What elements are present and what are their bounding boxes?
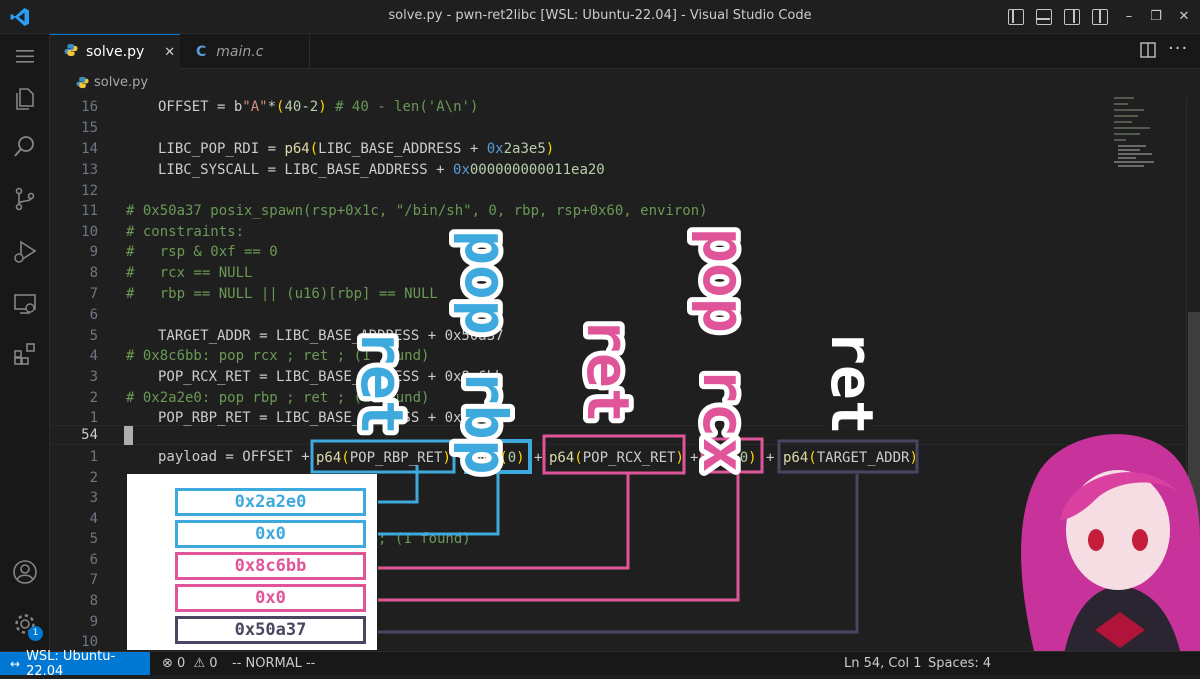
line-number: 9 — [89, 244, 98, 260]
toggle-panel-icon[interactable] — [1036, 9, 1052, 25]
line-number: 54 — [81, 427, 98, 443]
line-number: 4 — [89, 348, 98, 364]
customize-layout-icon[interactable] — [1092, 9, 1108, 25]
activity-bar: 1 — [0, 34, 50, 651]
warning-count: 0 — [209, 656, 218, 671]
indentation[interactable]: Spaces: 4 — [928, 656, 991, 671]
line-number: 3 — [89, 369, 98, 385]
python-icon — [76, 76, 89, 93]
block-cursor — [124, 426, 133, 445]
tab-main-c[interactable]: C main.c — [180, 34, 310, 69]
run-and-debug-icon[interactable] — [0, 230, 50, 274]
line-number: 14 — [81, 141, 98, 157]
toggle-secondary-sidebar-icon[interactable] — [1064, 9, 1080, 25]
code-line: # 0x8c6bb: pop rcx ; ret ; (1 found) — [126, 348, 430, 364]
python-icon — [64, 43, 78, 61]
source-control-icon[interactable] — [0, 177, 50, 221]
stack-cell: 0x0 — [175, 520, 366, 548]
line-number: 4 — [89, 511, 98, 527]
line-number: 2 — [89, 390, 98, 406]
minimize-icon[interactable]: – — [1118, 6, 1140, 28]
code-line: TARGET_ADDR = LIBC_BASE_ADDRESS + 0x50a3… — [158, 328, 504, 344]
current-line-highlight — [50, 425, 1186, 445]
line-number: 5 — [89, 531, 98, 547]
toggle-sidebar-icon[interactable] — [1008, 9, 1024, 25]
settings-badge: 1 — [28, 626, 43, 641]
error-count: 0 — [177, 656, 186, 671]
breadcrumb-file[interactable]: solve.py — [94, 75, 148, 90]
vertical-scrollbar[interactable] — [1186, 97, 1200, 651]
title-bar: solve.py - pwn-ret2libc [WSL: Ubuntu-22.… — [0, 0, 1200, 34]
line-number: 6 — [89, 552, 98, 568]
stack-diagram: 0x2a2e0 0x0 0x8c6bb 0x0 0x50a37 — [127, 474, 377, 650]
code-line: POP_RCX_RET = LIBC_BASE_ADDRESS + 0x8c6b… — [158, 369, 504, 385]
explorer-icon[interactable] — [0, 76, 50, 120]
payload-line: payload = OFFSET + — [158, 449, 318, 465]
code-line: # 0x2a2e0: pop rbp ; ret ; (1 found) — [126, 390, 430, 406]
c-language-icon: C — [196, 43, 207, 60]
close-tab-icon[interactable]: ✕ — [164, 45, 175, 60]
cursor-position[interactable]: Ln 54, Col 1 — [844, 656, 921, 671]
editor-tabs: solve.py ✕ C main.c ··· — [50, 34, 1200, 69]
code-line: ; (1 found) — [378, 531, 471, 547]
line-number: 1 — [89, 410, 98, 426]
code-line: LIBC_POP_RDI = p64(LIBC_BASE_ADDRESS + 0… — [158, 141, 555, 157]
line-number: 15 — [81, 120, 98, 136]
warning-icon: ⚠ — [193, 656, 206, 671]
line-number: 8 — [89, 593, 98, 609]
line-number: 12 — [81, 183, 98, 199]
remote-label: WSL: Ubuntu-22.04 — [26, 648, 116, 679]
split-editor-icon[interactable] — [1140, 42, 1156, 62]
line-number: 7 — [89, 286, 98, 302]
breadcrumb: solve.py — [50, 69, 1200, 97]
stack-cell: 0x2a2e0 — [175, 488, 366, 516]
search-icon[interactable] — [0, 124, 50, 168]
remote-icon: ↔ — [10, 656, 21, 671]
vim-mode: -- NORMAL -- — [232, 656, 316, 671]
code-line: OFFSET = b"A"*(40-2) # 40 - len('A\n') — [158, 99, 479, 115]
line-number: 3 — [89, 490, 98, 506]
close-icon[interactable]: ✕ — [1173, 6, 1195, 28]
code-line: # 0x50a37 posix_spawn(rsp+0x1c, "/bin/sh… — [126, 203, 708, 219]
line-number: 9 — [89, 614, 98, 630]
stack-cell: 0x8c6bb — [175, 552, 366, 580]
tab-label: solve.py — [86, 44, 145, 60]
code-line: # rbp == NULL || (u16)[rbp] == NULL — [126, 286, 438, 302]
code-line: # rcx == NULL — [126, 265, 253, 281]
manage-gear-icon[interactable]: 1 — [0, 602, 50, 646]
more-actions-icon[interactable]: ··· — [1168, 38, 1188, 59]
line-number: 7 — [89, 572, 98, 588]
scrollbar-thumb[interactable] — [1188, 312, 1200, 572]
payload-prefix: payload = OFFSET + — [158, 449, 319, 465]
error-icon: ⊗ — [162, 656, 173, 671]
line-number: 8 — [89, 265, 98, 281]
line-number: 13 — [81, 162, 98, 178]
stack-cell: 0x0 — [175, 584, 366, 612]
tab-solve-py[interactable]: solve.py ✕ — [50, 34, 180, 69]
line-number: 2 — [89, 470, 98, 486]
code-line: LIBC_SYSCALL = LIBC_BASE_ADDRESS + 0x000… — [158, 162, 605, 178]
accounts-icon[interactable] — [0, 550, 50, 594]
remote-explorer-icon[interactable] — [0, 282, 50, 326]
stack-cell: 0x50a37 — [175, 616, 366, 644]
code-line: POP_RBP_RET = LIBC_BASE_ADDRESS + 0x2a2e… — [158, 410, 504, 426]
minimap[interactable] — [1110, 97, 1186, 651]
remote-indicator[interactable]: ↔ WSL: Ubuntu-22.04 — [0, 649, 150, 679]
tab-label: main.c — [216, 43, 264, 60]
restore-icon[interactable]: ❐ — [1145, 6, 1167, 28]
line-number: 16 — [81, 99, 98, 115]
line-number: 6 — [89, 307, 98, 323]
line-number: 5 — [89, 328, 98, 344]
code-line: # rsp & 0xf == 0 — [126, 244, 278, 260]
line-number: 10 — [81, 224, 98, 240]
status-bar: ↔ WSL: Ubuntu-22.04 ⊗ 0 ⚠ 0 -- NORMAL --… — [0, 649, 1200, 679]
line-number: 11 — [81, 203, 98, 219]
problems-indicator[interactable]: ⊗ 0 ⚠ 0 — [162, 656, 218, 671]
line-number: 1 — [89, 449, 98, 465]
menu-icon[interactable] — [0, 34, 50, 78]
extensions-icon[interactable] — [0, 332, 50, 376]
code-line: # constraints: — [126, 224, 245, 240]
